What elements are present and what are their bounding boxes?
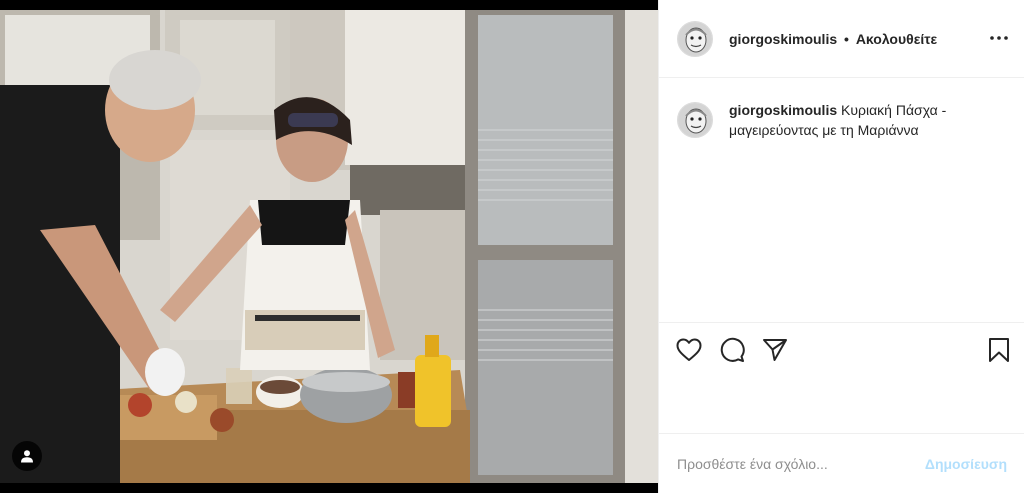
follow-status-button[interactable]: Ακολουθείτε [856,31,937,47]
avatar[interactable] [677,20,713,57]
paper-plane-icon [763,338,787,361]
tagged-users-button[interactable] [12,441,42,471]
save-button[interactable] [985,336,1013,364]
bookmark-icon [989,337,1009,362]
avatar-image [678,21,712,56]
comment-button[interactable] [718,336,746,364]
more-options-button[interactable] [989,28,1009,48]
user-tag-icon [21,450,33,463]
post-photo[interactable] [0,10,658,483]
caption-avatar-image [678,103,712,137]
like-button[interactable] [675,336,703,364]
more-options-icon [990,36,1008,40]
post-sidebar: giorgoskimoulis • Ακολουθείτε giorgoskim… [658,0,1024,493]
post-caption: giorgoskimoulis Κυριακή Πάσχα - μαγειρεύ… [677,100,1007,140]
action-bar [659,322,1024,376]
post-container: giorgoskimoulis • Ακολουθείτε giorgoskim… [0,0,1024,493]
post-header: giorgoskimoulis • Ακολουθείτε [659,0,1024,78]
header-text: giorgoskimoulis • Ακολουθείτε [729,31,937,47]
comment-input[interactable] [677,455,925,472]
caption-avatar[interactable] [677,102,713,138]
share-button[interactable] [761,336,789,364]
comment-bubble-icon [720,337,745,362]
post-media[interactable] [0,0,658,493]
caption-username-link[interactable]: giorgoskimoulis [729,102,837,118]
header-separator: • [844,30,849,47]
comment-form: Δημοσίευση [659,433,1024,493]
post-comment-button[interactable]: Δημοσίευση [925,456,1007,472]
caption-text: giorgoskimoulis Κυριακή Πάσχα - μαγειρεύ… [729,100,999,140]
heart-icon [676,338,702,361]
username-link[interactable]: giorgoskimoulis [729,31,837,47]
